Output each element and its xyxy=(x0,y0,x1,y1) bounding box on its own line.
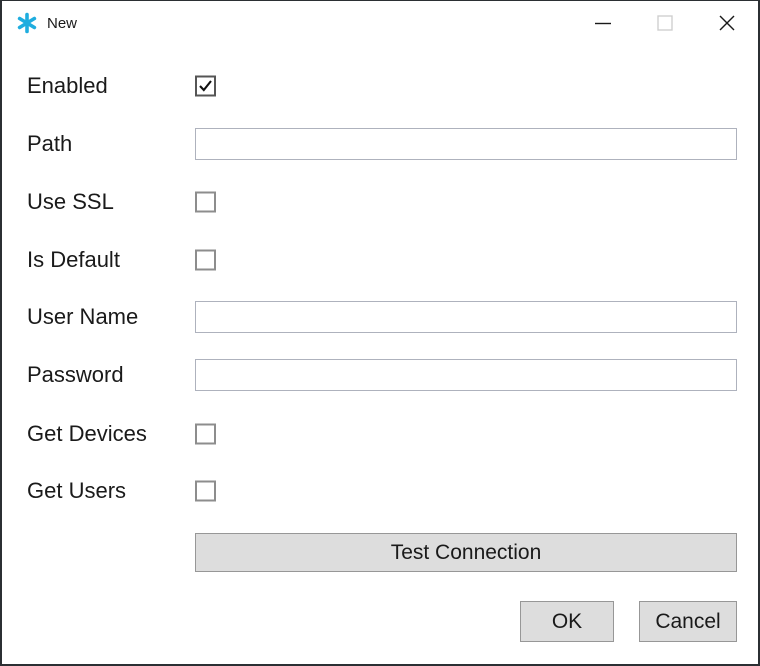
label-user-name: User Name xyxy=(27,303,139,329)
asterisk-icon xyxy=(16,12,38,34)
form-row-password: Password xyxy=(2,353,758,397)
form-row-use-ssl: Use SSL xyxy=(2,180,758,224)
window-title: New xyxy=(47,14,78,32)
form-row-enabled: Enabled xyxy=(2,64,758,108)
window-controls xyxy=(572,1,758,45)
title-bar-left: New xyxy=(16,1,77,45)
form-row-get-devices: Get Devices xyxy=(2,412,758,456)
close-button[interactable] xyxy=(696,1,758,45)
path-input[interactable] xyxy=(195,128,737,160)
label-use-ssl: Use SSL xyxy=(27,188,114,214)
form-row-user-name: User Name xyxy=(2,295,758,339)
checkbox-get-devices[interactable] xyxy=(195,423,216,445)
label-is-default: Is Default xyxy=(27,246,120,272)
cancel-button[interactable]: Cancel xyxy=(639,601,737,642)
form-row-get-users: Get Users xyxy=(2,469,758,513)
title-bar: New xyxy=(2,1,758,45)
password-input[interactable] xyxy=(195,359,737,391)
checkbox-enabled[interactable] xyxy=(195,75,216,97)
new-connection-dialog: New Enabled Path Use SSL Is Default User… xyxy=(0,0,760,666)
checkbox-get-users[interactable] xyxy=(195,480,216,502)
label-get-users: Get Users xyxy=(27,477,127,503)
test-connection-button[interactable]: Test Connection xyxy=(195,533,737,572)
label-password: Password xyxy=(27,361,124,387)
user-name-input[interactable] xyxy=(195,301,737,333)
maximize-button[interactable] xyxy=(634,1,696,45)
label-path: Path xyxy=(27,130,73,156)
minimize-button[interactable] xyxy=(572,1,634,45)
label-enabled: Enabled xyxy=(27,72,108,98)
checkbox-is-default[interactable] xyxy=(195,249,216,271)
form-row-path: Path xyxy=(2,122,758,166)
ok-button[interactable]: OK xyxy=(520,601,614,642)
label-get-devices: Get Devices xyxy=(27,420,147,446)
form-row-is-default: Is Default xyxy=(2,238,758,282)
checkbox-use-ssl[interactable] xyxy=(195,191,216,213)
form-body: Enabled Path Use SSL Is Default User Nam… xyxy=(2,45,758,664)
